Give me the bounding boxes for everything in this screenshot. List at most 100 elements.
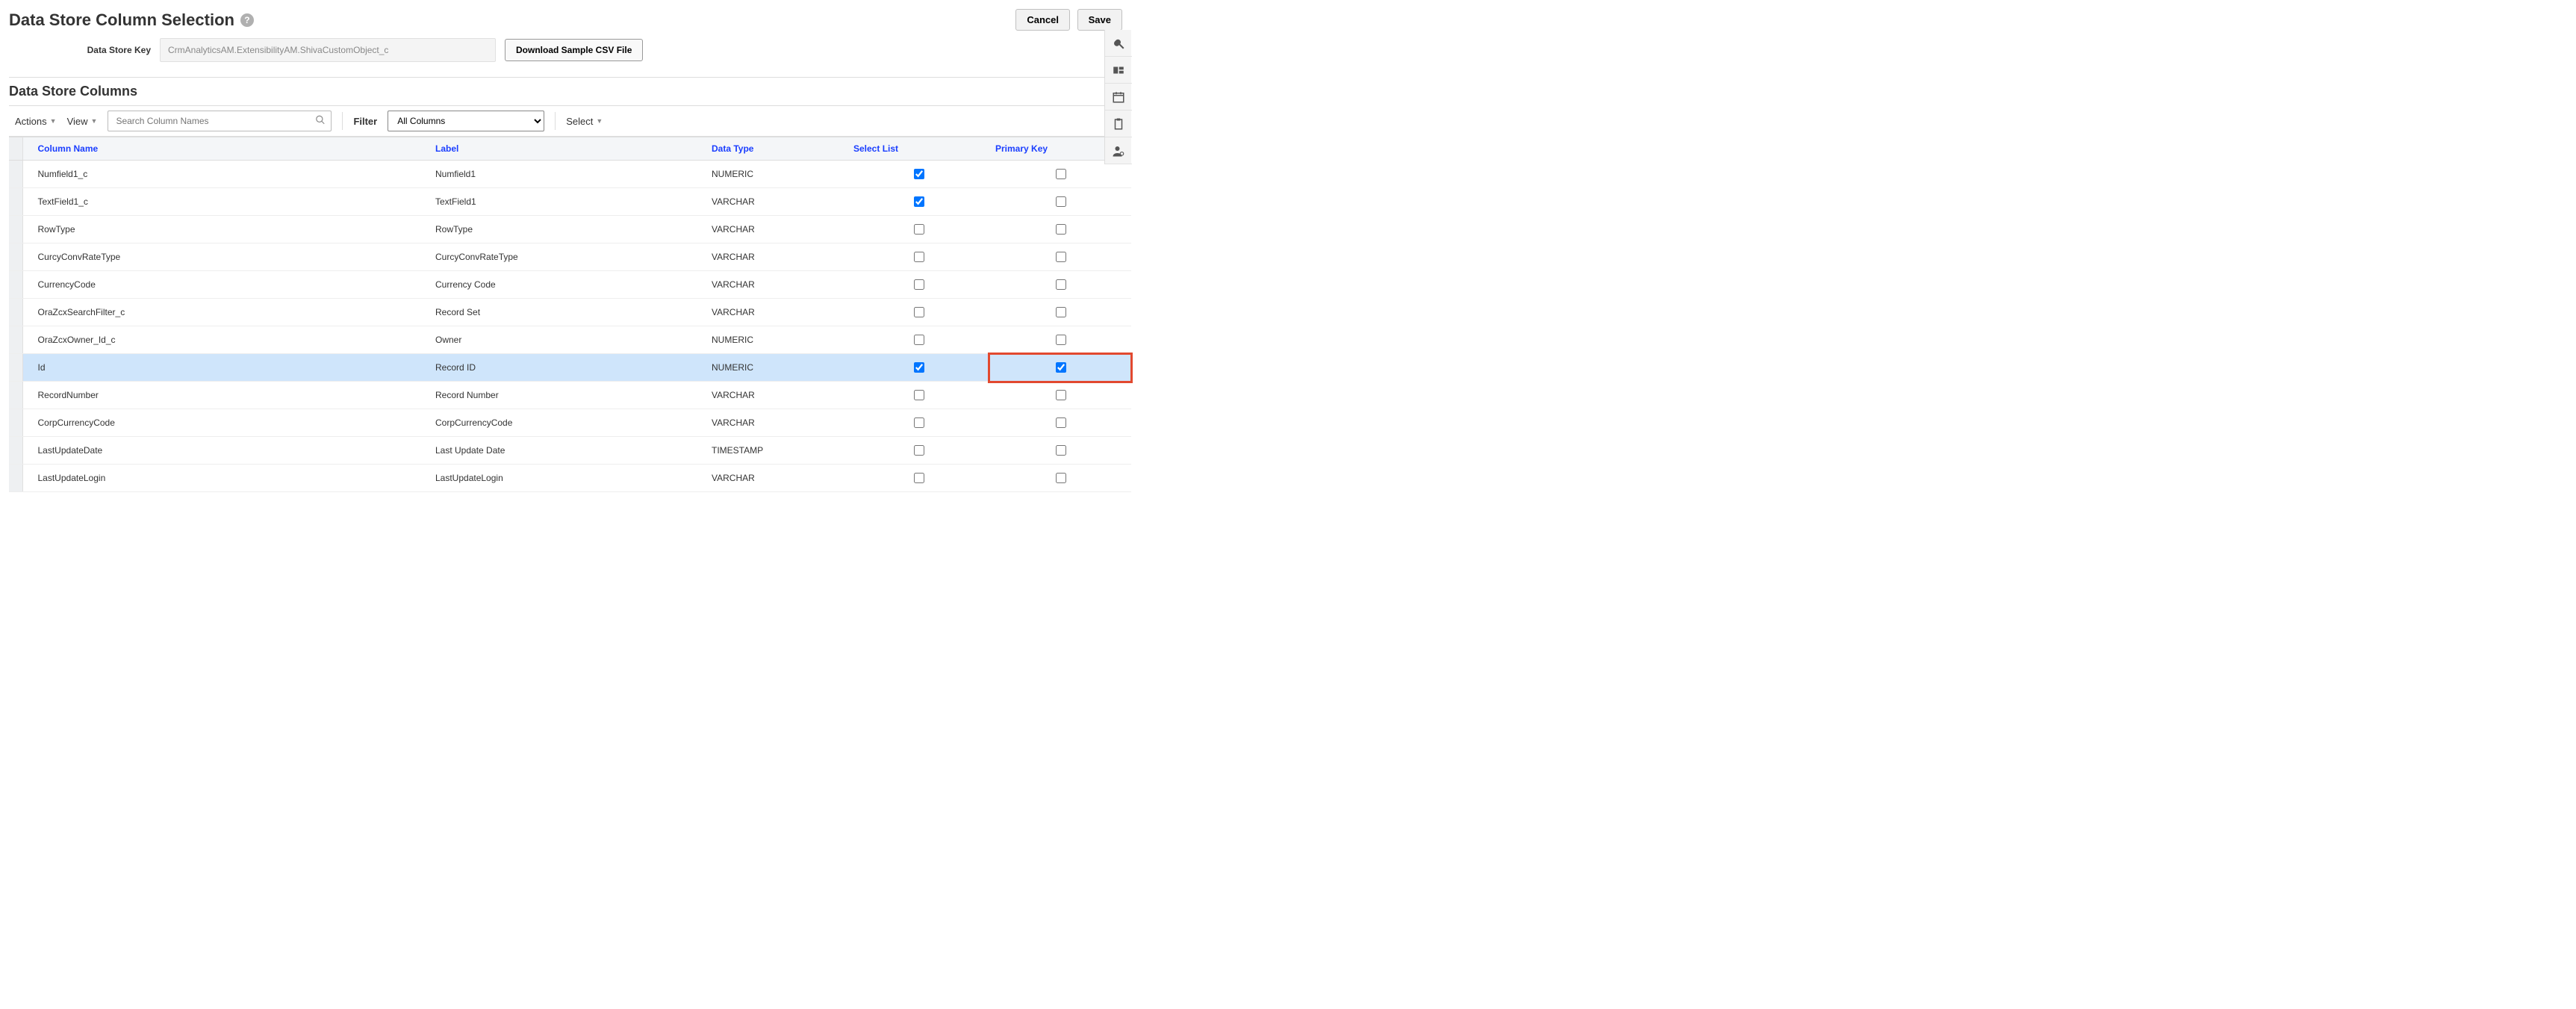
table-row[interactable]: IdRecord IDNUMERIC <box>9 354 1131 382</box>
toolbar-divider <box>555 112 556 130</box>
cell-label: Record ID <box>429 354 706 382</box>
table-row[interactable]: RowTypeRowTypeVARCHAR <box>9 216 1131 243</box>
section-divider <box>9 77 1122 78</box>
cell-label: Currency Code <box>429 271 706 299</box>
cell-primary-key <box>989 437 1131 465</box>
filter-label: Filter <box>353 116 377 127</box>
primary-key-checkbox[interactable] <box>1056 335 1066 345</box>
actions-menu[interactable]: Actions ▼ <box>15 116 57 127</box>
table-row[interactable]: LastUpdateLoginLastUpdateLoginVARCHAR <box>9 465 1131 492</box>
select-list-checkbox[interactable] <box>914 196 924 207</box>
header-column-name[interactable]: Column Name <box>22 137 429 161</box>
header-data-type[interactable]: Data Type <box>706 137 847 161</box>
table-row[interactable]: TextField1_cTextField1VARCHAR <box>9 188 1131 216</box>
primary-key-checkbox[interactable] <box>1056 307 1066 317</box>
select-list-checkbox[interactable] <box>914 473 924 483</box>
cell-select-list <box>847 409 989 437</box>
cell-data-type: VARCHAR <box>706 465 847 492</box>
cell-select-list <box>847 271 989 299</box>
select-menu-label: Select <box>566 116 593 127</box>
row-handle <box>9 382 22 409</box>
cell-label: LastUpdateLogin <box>429 465 706 492</box>
cell-primary-key <box>989 354 1131 382</box>
search-icon[interactable] <box>315 115 326 128</box>
user-settings-icon[interactable] <box>1105 137 1132 164</box>
select-list-checkbox[interactable] <box>914 390 924 400</box>
cell-primary-key <box>989 409 1131 437</box>
cell-select-list <box>847 188 989 216</box>
row-handle <box>9 243 22 271</box>
page-title: Data Store Column Selection ? <box>9 10 254 30</box>
download-csv-button[interactable]: Download Sample CSV File <box>505 39 643 61</box>
row-handle <box>9 354 22 382</box>
table-row[interactable]: Numfield1_cNumfield1NUMERIC <box>9 161 1131 188</box>
cell-data-type: NUMERIC <box>706 161 847 188</box>
calendar-icon[interactable] <box>1105 84 1132 111</box>
select-list-checkbox[interactable] <box>914 417 924 428</box>
view-menu[interactable]: View ▼ <box>67 116 98 127</box>
chevron-down-icon: ▼ <box>596 117 603 125</box>
cell-label: CurcyConvRateType <box>429 243 706 271</box>
primary-key-checkbox[interactable] <box>1056 390 1066 400</box>
cancel-button[interactable]: Cancel <box>1015 9 1070 31</box>
cell-column-name: LastUpdateDate <box>22 437 429 465</box>
layout-icon[interactable] <box>1105 57 1132 84</box>
primary-key-checkbox[interactable] <box>1056 362 1066 373</box>
right-rail <box>1104 30 1131 164</box>
cell-column-name: OraZcxSearchFilter_c <box>22 299 429 326</box>
select-menu[interactable]: Select ▼ <box>566 116 603 127</box>
table-row[interactable]: OraZcxSearchFilter_cRecord SetVARCHAR <box>9 299 1131 326</box>
row-handle <box>9 465 22 492</box>
cell-data-type: NUMERIC <box>706 326 847 354</box>
save-button[interactable]: Save <box>1077 9 1122 31</box>
page-title-text: Data Store Column Selection <box>9 10 234 30</box>
select-list-checkbox[interactable] <box>914 335 924 345</box>
select-list-checkbox[interactable] <box>914 445 924 456</box>
tools-icon[interactable] <box>1105 30 1132 57</box>
header-select-list[interactable]: Select List <box>847 137 989 161</box>
section-title: Data Store Columns <box>9 84 1122 99</box>
search-input[interactable] <box>108 111 332 131</box>
primary-key-checkbox[interactable] <box>1056 196 1066 207</box>
primary-key-checkbox[interactable] <box>1056 473 1066 483</box>
primary-key-checkbox[interactable] <box>1056 252 1066 262</box>
table-row[interactable]: CurcyConvRateTypeCurcyConvRateTypeVARCHA… <box>9 243 1131 271</box>
table-row[interactable]: CorpCurrencyCodeCorpCurrencyCodeVARCHAR <box>9 409 1131 437</box>
select-list-checkbox[interactable] <box>914 307 924 317</box>
cell-primary-key <box>989 326 1131 354</box>
table-row[interactable]: RecordNumberRecord NumberVARCHAR <box>9 382 1131 409</box>
primary-key-checkbox[interactable] <box>1056 169 1066 179</box>
cell-column-name: CorpCurrencyCode <box>22 409 429 437</box>
cell-select-list <box>847 243 989 271</box>
cell-select-list <box>847 326 989 354</box>
cell-data-type: VARCHAR <box>706 216 847 243</box>
clipboard-icon[interactable] <box>1105 111 1132 137</box>
cell-column-name: CurcyConvRateType <box>22 243 429 271</box>
cell-label: Record Set <box>429 299 706 326</box>
cell-data-type: VARCHAR <box>706 271 847 299</box>
row-handle <box>9 326 22 354</box>
filter-select[interactable]: All Columns <box>388 111 544 131</box>
table-row[interactable]: LastUpdateDateLast Update DateTIMESTAMP <box>9 437 1131 465</box>
primary-key-checkbox[interactable] <box>1056 417 1066 428</box>
help-icon[interactable]: ? <box>240 13 254 27</box>
select-list-checkbox[interactable] <box>914 169 924 179</box>
header-label[interactable]: Label <box>429 137 706 161</box>
data-store-key-label: Data Store Key <box>9 45 151 55</box>
cell-select-list <box>847 382 989 409</box>
cell-primary-key <box>989 382 1131 409</box>
table-row[interactable]: CurrencyCodeCurrency CodeVARCHAR <box>9 271 1131 299</box>
cell-column-name: Numfield1_c <box>22 161 429 188</box>
cell-primary-key <box>989 161 1131 188</box>
primary-key-checkbox[interactable] <box>1056 224 1066 235</box>
select-list-checkbox[interactable] <box>914 362 924 373</box>
primary-key-checkbox[interactable] <box>1056 279 1066 290</box>
select-list-checkbox[interactable] <box>914 279 924 290</box>
select-list-checkbox[interactable] <box>914 252 924 262</box>
primary-key-checkbox[interactable] <box>1056 445 1066 456</box>
cell-data-type: VARCHAR <box>706 243 847 271</box>
table-row[interactable]: OraZcxOwner_Id_cOwnerNUMERIC <box>9 326 1131 354</box>
row-handle <box>9 271 22 299</box>
select-list-checkbox[interactable] <box>914 224 924 235</box>
data-store-key-input[interactable] <box>160 38 496 62</box>
